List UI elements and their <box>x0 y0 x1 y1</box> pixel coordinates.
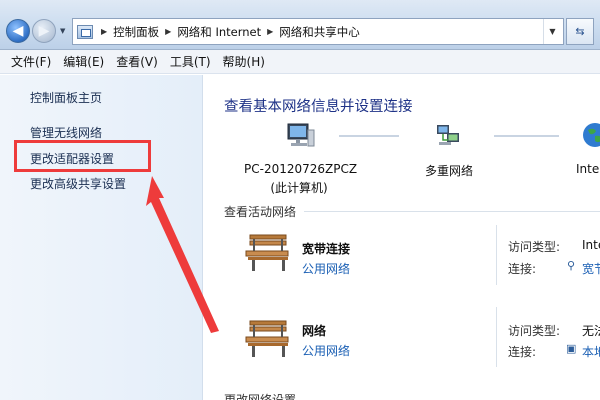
globe-icon[interactable] <box>580 120 600 150</box>
path-breadcrumb[interactable]: ▶ 控制面板 ▶ 网络和 Internet ▶ 网络和共享中心 ▼ <box>72 18 564 45</box>
section-divider <box>304 211 600 212</box>
breadcrumb-control-panel[interactable]: 控制面板 <box>113 24 159 40</box>
multiple-networks-icon[interactable] <box>434 122 464 152</box>
sidebar-item-control-panel-home[interactable]: 控制面板主页 <box>30 89 102 106</box>
network-type-link[interactable]: 公用网络 <box>302 260 350 277</box>
chevron-right-icon[interactable]: ▶ <box>267 27 273 36</box>
menu-bar: 文件(F) 编辑(E) 查看(V) 工具(T) 帮助(H) <box>0 50 600 74</box>
vertical-divider <box>496 225 497 285</box>
address-bar: ◀ ▶ ▼ ▶ 控制面板 ▶ 网络和 Internet ▶ 网络和共享中心 ▼ … <box>0 0 600 50</box>
refresh-icon: ⇆ <box>575 25 585 38</box>
map-connector <box>339 135 399 137</box>
broadband-connection-icon: ⚲ <box>567 259 576 272</box>
local-connection-icon: ▣ <box>566 342 577 355</box>
back-icon: ◀ <box>12 23 24 39</box>
access-type-label: 访问类型: <box>508 240 561 254</box>
main-content: 查看基本网络信息并设置连接 PC-20120726ZPCZ (此计算机) 多重网… <box>204 75 600 400</box>
network-type-link[interactable]: 公用网络 <box>302 342 350 359</box>
page-title: 查看基本网络信息并设置连接 <box>224 99 413 115</box>
chevron-right-icon[interactable]: ▶ <box>165 27 171 36</box>
node-label-multiple-networks: 多重网络 <box>424 164 473 178</box>
vertical-divider <box>496 307 497 367</box>
menu-view[interactable]: 查看(V) <box>111 53 163 70</box>
computer-icon[interactable] <box>286 122 316 152</box>
bench-icon <box>245 320 289 357</box>
forward-button[interactable]: ▶ <box>32 19 56 43</box>
section-header-active-networks: 查看活动网络 <box>224 205 297 219</box>
access-type-value: Inte <box>582 238 600 252</box>
node-sublabel-computer: (此计算机) <box>270 181 328 195</box>
control-panel-icon <box>77 24 93 39</box>
network-name: 宽带连接 <box>302 242 351 256</box>
access-type-value: 无法 <box>582 324 600 338</box>
sidebar-item-change-advanced-sharing[interactable]: 更改高级共享设置 <box>30 175 126 192</box>
node-label-internet: Inte <box>576 162 600 176</box>
map-connector <box>494 135 559 137</box>
connection-label: 连接: <box>508 345 537 359</box>
task-pane: 控制面板主页 管理无线网络 更改适配器设置 更改高级共享设置 <box>0 75 203 400</box>
sidebar-item-manage-wireless[interactable]: 管理无线网络 <box>30 124 102 141</box>
section-header-change-settings: 更改网络设置 <box>224 393 297 400</box>
history-dropdown-icon[interactable]: ▼ <box>60 27 65 35</box>
chevron-right-icon[interactable]: ▶ <box>101 27 107 36</box>
connection-link[interactable]: 宽节 <box>582 260 600 277</box>
menu-file[interactable]: 文件(F) <box>6 53 56 70</box>
path-dropdown-icon[interactable]: ▼ <box>543 19 561 44</box>
refresh-button[interactable]: ⇆ <box>566 18 594 45</box>
bench-icon <box>245 234 289 271</box>
breadcrumb-network-sharing-center[interactable]: 网络和共享中心 <box>279 24 360 40</box>
connection-label: 连接: <box>508 262 537 276</box>
back-button[interactable]: ◀ <box>6 19 30 43</box>
node-label-computer: PC-20120726ZPCZ <box>244 162 358 176</box>
network-name: 网络 <box>302 324 327 338</box>
menu-help[interactable]: 帮助(H) <box>218 53 270 70</box>
menu-edit[interactable]: 编辑(E) <box>58 53 109 70</box>
connection-link[interactable]: 本地 <box>582 343 600 360</box>
access-type-label: 访问类型: <box>508 324 561 338</box>
breadcrumb-network-internet[interactable]: 网络和 Internet <box>177 24 261 40</box>
menu-tools[interactable]: 工具(T) <box>165 53 216 70</box>
annotation-highlight-box <box>14 140 151 172</box>
forward-icon: ▶ <box>38 23 50 39</box>
